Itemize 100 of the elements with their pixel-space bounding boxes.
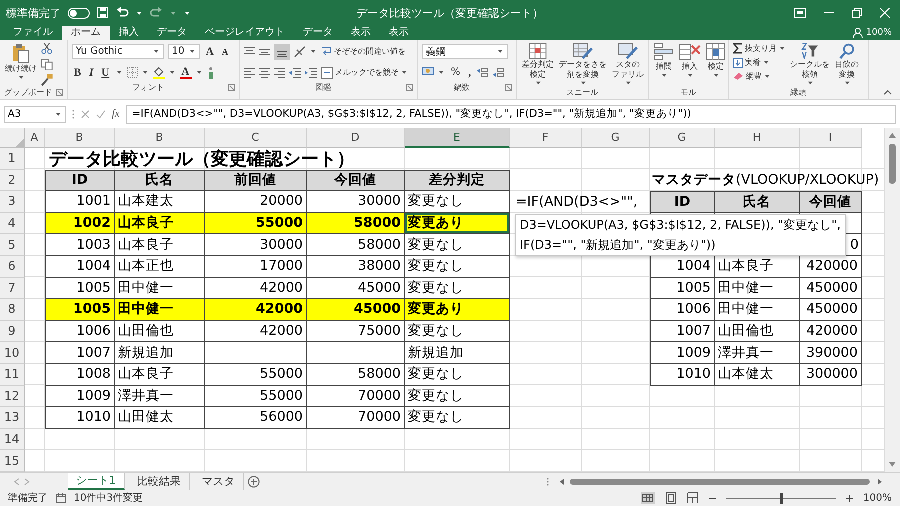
caret-icon[interactable] — [686, 73, 694, 78]
column-header[interactable]: H — [715, 128, 800, 148]
page-break-icon[interactable] — [687, 492, 700, 504]
caret-icon[interactable] — [189, 49, 196, 54]
autosave-toggle[interactable] — [68, 8, 90, 18]
row-header[interactable]: 6 — [0, 256, 25, 278]
percent-button[interactable]: % — [449, 67, 463, 78]
caret-icon[interactable] — [534, 81, 542, 86]
merge-button[interactable]: メルックでを競そ — [321, 66, 408, 78]
person-icon[interactable] — [853, 28, 864, 38]
row-header[interactable]: 2 — [0, 170, 25, 192]
align-center-icon[interactable] — [259, 68, 270, 78]
row-header[interactable]: 10 — [0, 342, 25, 364]
normal-view-icon[interactable] — [641, 492, 656, 504]
ribbon-display-icon[interactable] — [794, 8, 806, 18]
column-header[interactable]: C — [205, 128, 307, 148]
column-header[interactable]: A — [25, 128, 45, 148]
caret-icon[interactable] — [806, 81, 814, 86]
ribbon-button[interactable]: 検定 — [705, 43, 727, 86]
caret-icon[interactable] — [660, 73, 668, 78]
zoom-slider-thumb[interactable] — [780, 492, 783, 504]
column-header[interactable]: D — [307, 128, 405, 148]
caret-icon[interactable] — [310, 49, 317, 54]
increase-decimal-icon[interactable] — [477, 68, 490, 78]
redo-icon[interactable] — [150, 7, 163, 19]
name-box[interactable]: A3 — [4, 106, 66, 122]
caret-icon[interactable] — [844, 81, 850, 86]
row-header[interactable]: 7 — [0, 278, 25, 300]
page-layout-icon[interactable] — [665, 492, 678, 504]
align-left-icon[interactable] — [244, 68, 255, 78]
ribbon-tab[interactable]: データ — [148, 26, 196, 40]
caret-icon[interactable] — [763, 60, 770, 65]
caret-icon[interactable] — [116, 70, 123, 75]
scissors-icon[interactable] — [41, 43, 53, 55]
column-header[interactable]: G — [582, 128, 650, 148]
caret-icon[interactable] — [196, 70, 203, 75]
row-header[interactable]: 12 — [0, 386, 25, 408]
row-header[interactable]: 5 — [0, 234, 25, 256]
save-icon[interactable] — [97, 7, 109, 19]
wrap-text-button[interactable]: そぞその間違い値を — [321, 46, 406, 58]
ribbon-button[interactable]: スタの ファリル — [611, 43, 645, 86]
decrease-decimal-icon[interactable] — [493, 68, 506, 78]
dialog-launcher-icon[interactable] — [406, 84, 413, 91]
caret-icon[interactable] — [55, 112, 62, 116]
row-header[interactable]: 11 — [0, 364, 25, 386]
formula-field[interactable]: =IF(AND(D3<>"", D3=VLOOKUP(A3, $G$3:$I$12, 2, FALSE)), "変更なし", IF(D3="", "新規追加", "変更あり")) — [126, 104, 896, 124]
caret-icon[interactable] — [438, 70, 445, 75]
column-header[interactable]: G — [650, 128, 715, 148]
caret-icon[interactable] — [153, 49, 160, 54]
macro-record-icon[interactable] — [56, 493, 66, 503]
caret-icon[interactable] — [764, 74, 771, 79]
column-header[interactable]: F — [510, 128, 582, 148]
italic-button[interactable]: I — [87, 66, 96, 78]
copy-icon[interactable] — [41, 58, 53, 70]
row-header[interactable]: 8 — [0, 299, 25, 321]
dialog-launcher-icon[interactable] — [505, 84, 512, 91]
dialog-launcher-icon[interactable] — [228, 84, 235, 91]
font-name-select[interactable]: Yu Gothic — [72, 44, 164, 59]
orientation-icon[interactable] — [294, 46, 306, 58]
ribbon-button[interactable]: 網豊 — [733, 71, 786, 82]
caret-icon[interactable] — [497, 49, 504, 54]
ribbon-button[interactable]: シークルを 核領 — [789, 43, 831, 86]
indent-increase-icon[interactable] — [305, 68, 317, 78]
caret-icon[interactable] — [168, 70, 176, 75]
align-middle-icon[interactable] — [259, 46, 270, 56]
indent-decrease-icon[interactable] — [289, 68, 301, 78]
undo-icon[interactable] — [116, 7, 129, 19]
shrink-font-button[interactable]: A — [220, 46, 230, 56]
ribbon-tab[interactable]: 挿入 — [110, 26, 148, 40]
column-header[interactable]: I — [800, 128, 862, 148]
number-format-select[interactable]: 義鋼 — [422, 44, 508, 59]
caret-icon[interactable] — [401, 70, 408, 75]
row-header[interactable]: 13 — [0, 407, 25, 429]
ribbon-tab[interactable]: ファイル — [4, 26, 62, 40]
caret-icon[interactable] — [142, 70, 149, 75]
ribbon-tab[interactable]: ページレイアウト — [196, 26, 294, 40]
sheet-tab[interactable]: シート1 — [68, 473, 125, 490]
ribbon-button[interactable]: 挿閲 — [653, 43, 675, 86]
row-header[interactable]: 4 — [0, 212, 25, 234]
close-icon[interactable] — [880, 8, 890, 18]
align-top-icon[interactable] — [244, 46, 255, 56]
column-header[interactable]: B — [45, 128, 115, 148]
dialog-launcher-icon[interactable] — [56, 89, 63, 96]
ribbon-tab[interactable]: ホーム — [62, 26, 110, 40]
font-color-button[interactable]: A — [180, 66, 192, 78]
column-header[interactable]: B — [115, 128, 205, 148]
align-bottom-icon[interactable] — [274, 44, 290, 60]
currency-icon[interactable] — [422, 67, 434, 78]
ribbon-tab[interactable]: 表示 — [380, 26, 418, 40]
ribbon-tab[interactable]: データ — [294, 26, 342, 40]
row-header[interactable]: 9 — [0, 320, 25, 342]
row-header[interactable]: 15 — [0, 450, 25, 472]
ribbon-button[interactable]: 挿入 — [678, 43, 702, 86]
caret-icon[interactable] — [18, 75, 24, 80]
brush-icon[interactable] — [41, 74, 53, 86]
bold-button[interactable]: B — [72, 66, 84, 78]
check-icon[interactable] — [96, 110, 106, 118]
insert-function-button[interactable]: fx — [112, 108, 120, 120]
font-size-select[interactable]: 10 — [168, 44, 200, 59]
caret-icon[interactable] — [136, 10, 143, 16]
